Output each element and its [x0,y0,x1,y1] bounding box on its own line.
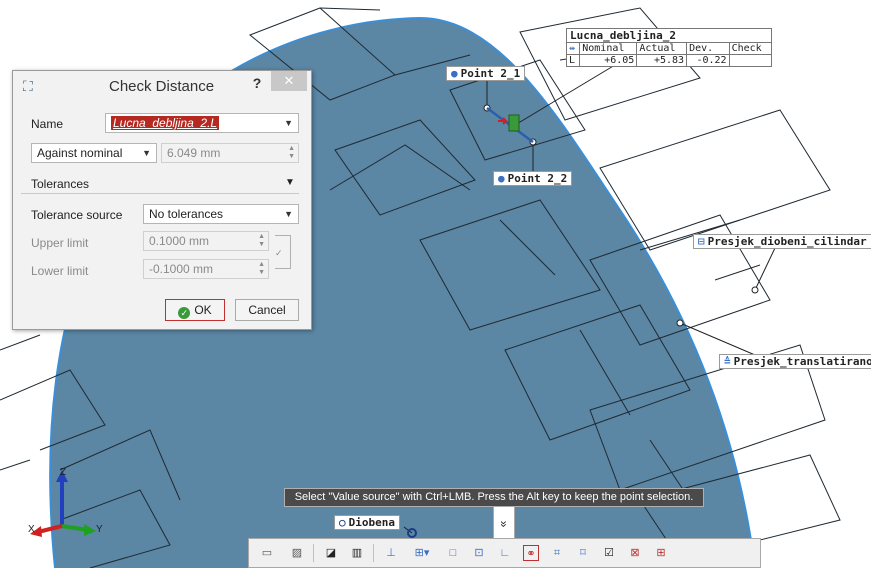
collapse-arrow-icon[interactable]: ▼ [285,177,295,188]
col-actual-header: Actual [636,43,688,55]
tolerance-source-value: No tolerances [149,207,224,221]
check-tool-icon[interactable]: ☑ [601,545,617,561]
selection-hint: Select "Value source" with Ctrl+LMB. Pre… [284,488,704,507]
cancel-button[interactable]: Cancel [235,299,299,321]
distance-tool-icon[interactable]: ⊥ [383,545,399,561]
fit-view-icon[interactable]: ◪ [323,545,339,561]
ok-button[interactable]: ✓ OK [165,299,225,321]
section-icon: ≙ [724,355,731,368]
presjek-diobeni-marker [751,286,759,294]
distance-icon: ⇹ [567,43,581,55]
check-value [729,55,771,67]
axis-y-label: Y [96,524,103,535]
measure-grid: ⇹ Nominal Actual Dev. Check L +6.05 +5.8… [567,43,771,66]
tooth-outline [0,334,41,351]
col-nominal-header: Nominal [579,43,638,55]
lower-limit-label: Lower limit [31,264,89,278]
expand-toolbar-button[interactable]: » [493,506,515,542]
spinner-icon: ▲ ▼ [288,145,295,160]
actual-value: +5.83 [636,54,688,66]
nominal-value: +6.05 [579,54,638,66]
tolerance-source-label: Tolerance source [31,208,123,222]
grid-tool-icon[interactable]: ⌗ [549,545,565,561]
row-label: L [567,54,581,66]
frame-tool-icon[interactable]: ⌑ [575,545,591,561]
spinner-icon: ▲ ▼ [258,261,265,276]
toolbar-separator [373,544,374,562]
check-icon: ✓ [178,307,191,319]
measure-icon: ⛶ [23,78,33,94]
axis-z-label: Z [60,467,67,478]
point-2-2-label[interactable]: ● Point 2_2 [493,171,573,186]
chevron-down-icon: ▼ [284,118,293,128]
diobena-label[interactable]: ○ Diobena [334,515,400,530]
delete-tool-icon[interactable]: ⊠ [627,545,643,561]
rectangle-tool-icon[interactable]: □ [445,545,461,561]
presjek-translatirano-marker [676,319,684,327]
chevron-down-icon: ▼ [142,148,151,158]
presjek-diobeni-label[interactable]: ⊟ Presjek_diobeni_cilindar [693,234,871,249]
settings-tool-icon[interactable]: ⊞ [653,545,669,561]
hide-icon[interactable]: ▨ [289,545,305,561]
name-field[interactable]: Lucna_debljina_2.L ▼ [105,113,299,133]
col-dev-header: Dev. [686,43,730,55]
align-tool-icon[interactable]: ⊡ [471,545,487,561]
axis-x-label: X [28,524,35,535]
upper-limit-field[interactable]: 0.1000 mm ▲ ▼ [143,231,269,251]
split-view-icon[interactable]: ▥ [349,545,365,561]
mode-value: Against nominal [37,146,123,160]
angle-tool-icon[interactable]: ∟ [497,545,513,561]
view-mode-icon[interactable]: ▭ [259,545,275,561]
lower-limit-field[interactable]: -0.1000 mm ▲ ▼ [143,259,269,279]
section-icon: ⊟ [698,235,705,248]
name-value: Lucna_debljina_2.L [111,116,220,130]
dialog-title: Check Distance [109,78,215,95]
dialog-titlebar[interactable]: ⛶ Check Distance [13,71,311,101]
measure-title: Lucna_debljina_2 [567,29,771,43]
distance-flag [508,114,520,132]
nominal-field[interactable]: 6.049 mm ▲ ▼ [161,143,299,163]
name-label: Name [31,117,64,131]
upper-limit-label: Upper limit [31,236,89,250]
deviation-value: -0.22 [686,54,730,66]
point-icon: ● [498,172,505,185]
point-2-1-label[interactable]: ● Point 2_1 [446,66,526,81]
measure-dropdown-icon[interactable]: ⊞▾ [409,545,435,561]
bottom-toolbar: ▭ ▨ ◪ ▥ ⊥ ⊞▾ □ ⊡ ∟ ⚭ ⌗ ⌑ ☑ ⊠ ⊞ [248,538,761,568]
link-limits-icon[interactable]: ✓ [275,235,291,269]
tooth-outline [0,459,31,471]
tolerance-source-select[interactable]: No tolerances ▼ [143,204,299,224]
leader-presjek-diobeni [754,247,776,291]
upper-limit-value: 0.1000 mm [149,234,210,248]
mode-select[interactable]: Against nominal ▼ [31,143,157,163]
tolerances-header[interactable]: Tolerances [31,177,89,191]
tolerances-divider [21,193,299,194]
help-button[interactable]: ? [249,75,265,91]
point-icon: ● [451,67,458,80]
check-distance-dialog: ⛶ Check Distance ? ✕ Name Lucna_debljina… [12,70,312,330]
presjek-translatirano-label[interactable]: ≙ Presjek_translatirano [719,354,871,369]
close-button[interactable]: ✕ [271,71,307,91]
lower-limit-value: -0.1000 mm [149,262,214,276]
col-check-header: Check [729,43,771,55]
toolbar-separator [313,544,314,562]
spinner-icon: ▲ ▼ [258,233,265,248]
link-points-icon[interactable]: ⚭ [523,545,539,561]
nominal-field-value: 6.049 mm [167,146,221,160]
tooth-outline [599,109,831,251]
measure-result-table[interactable]: Lucna_debljina_2 ⇹ Nominal Actual Dev. C… [566,28,772,67]
circle-icon: ○ [339,516,346,529]
chevron-down-icon: ▼ [284,209,293,219]
